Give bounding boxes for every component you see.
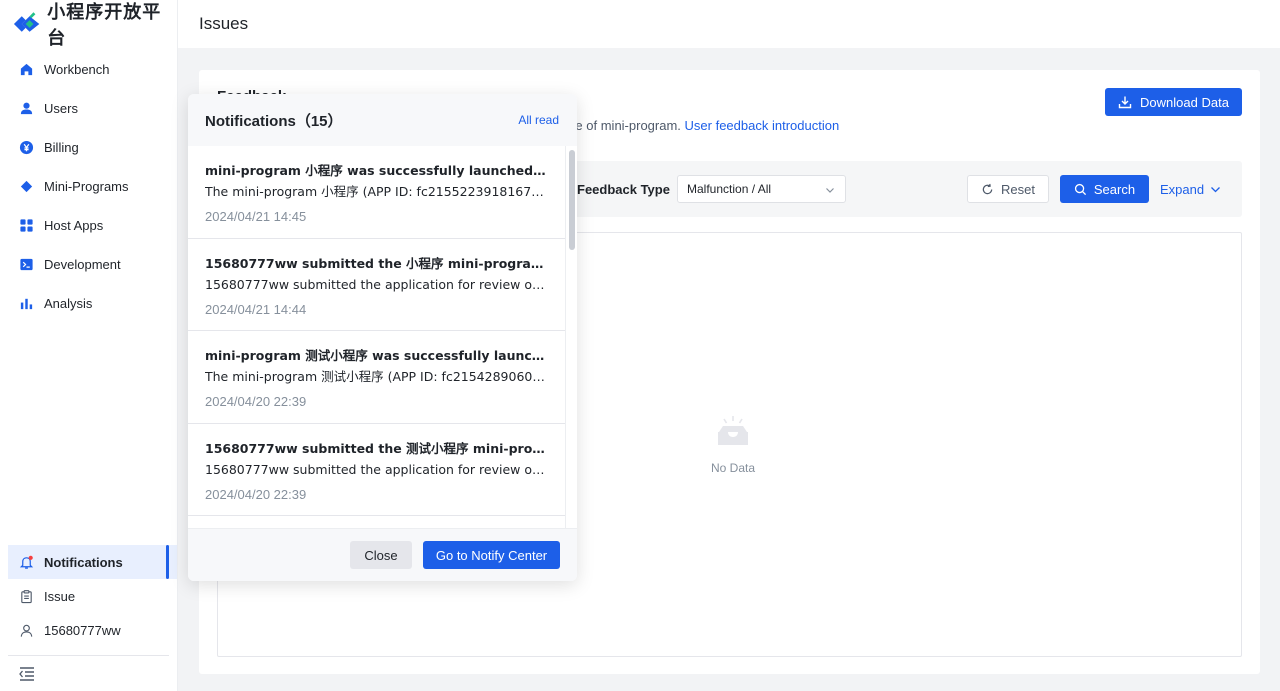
sidebar-item-workbench[interactable]: Workbench <box>0 50 177 89</box>
search-label: Search <box>1093 181 1136 197</box>
user-icon <box>19 101 34 116</box>
notification-title: 15680777ww submitted the 小程序 mini-progra… <box>205 255 547 271</box>
reset-label: Reset <box>1001 181 1035 197</box>
brand-name: 小程序开放平台 <box>47 2 162 49</box>
notification-time: 2024/04/21 14:44 <box>205 301 307 317</box>
clipboard-icon <box>19 589 34 604</box>
notifications-title: Notifications（15） <box>205 112 343 130</box>
all-read-link[interactable]: All read <box>518 113 559 127</box>
notification-item[interactable]: mini-program 小程序 was successfully launch… <box>188 146 565 239</box>
feedback-intro-link[interactable]: User feedback introduction <box>685 118 840 133</box>
sidebar-item-development[interactable]: Development <box>0 245 177 284</box>
notification-title: 15680777ww submitted the 测试小程序 mini-prog… <box>205 440 547 456</box>
home-icon <box>19 62 34 77</box>
grid-icon <box>19 218 34 233</box>
sidebar-item-account[interactable]: 15680777ww <box>8 613 177 647</box>
diamond-icon <box>19 179 34 194</box>
feedback-type-label: Feedback Type <box>577 182 670 197</box>
notification-time: 2024/04/21 14:45 <box>205 209 307 224</box>
notification-time: 2024/04/20 22:39 <box>205 486 307 502</box>
go-to-notify-center-button[interactable]: Go to Notify Center <box>423 541 560 569</box>
search-button[interactable]: Search <box>1060 175 1149 203</box>
bar-chart-icon <box>19 296 34 311</box>
top-header: Issues <box>178 0 1280 48</box>
empty-text: No Data <box>710 461 756 475</box>
notifications-header: Notifications（15） All read <box>188 94 577 146</box>
sidebar-item-label: Users <box>44 101 78 116</box>
notifications-list[interactable]: mini-program 小程序 was successfully launch… <box>188 146 565 528</box>
sidebar-item-label: Development <box>44 257 121 272</box>
notification-body: The mini-program 小程序 (APP ID: fc21552239… <box>205 184 547 199</box>
feedback-type-value: Malfunction / All <box>687 182 772 196</box>
feedback-type-select[interactable]: Malfunction / All <box>677 175 846 203</box>
sidebar-item-label: Host Apps <box>44 218 104 233</box>
sidebar-divider <box>8 655 169 656</box>
expand-toggle[interactable]: Expand <box>1160 182 1221 197</box>
notification-body: 15680777ww submitted the application for… <box>205 461 547 477</box>
empty-state: No Data <box>703 414 763 475</box>
terminal-icon <box>19 257 34 272</box>
sidebar-nav: Workbench Users Billing Mini-Programs Ho… <box>0 50 177 323</box>
notification-item[interactable]: 15680777ww submitted the 测试小程序 mini-prog… <box>188 424 565 516</box>
page-title: Issues <box>199 14 249 33</box>
notifications-scrollbar[interactable] <box>565 146 577 528</box>
person-icon <box>19 623 34 638</box>
notifications-footer: Close Go to Notify Center <box>188 528 577 581</box>
empty-box-icon <box>718 416 748 445</box>
notification-title: mini-program 测试小程序 was successfully laun… <box>205 348 547 363</box>
notification-body: 15680777ww submitted the application for… <box>205 276 547 292</box>
notification-title: mini-program 小程序 was successfully launch… <box>205 163 547 178</box>
sidebar-item-mini-programs[interactable]: Mini-Programs <box>0 167 177 206</box>
sidebar-item-label: 15680777ww <box>44 622 121 638</box>
chevron-down-icon <box>826 188 834 193</box>
download-data-label: Download Data <box>1140 94 1229 110</box>
bell-icon <box>19 555 34 570</box>
sidebar-item-label: Billing <box>44 140 79 155</box>
search-icon <box>1074 183 1086 195</box>
collapse-menu-icon[interactable] <box>18 666 36 682</box>
notifications-popover: Notifications（15） All read mini-program … <box>188 94 577 581</box>
scrollbar-thumb[interactable] <box>569 150 575 250</box>
sidebar-item-label: Notifications <box>44 554 123 570</box>
sidebar-bottom: Notifications Issue 15680777ww <box>8 545 177 647</box>
brand[interactable]: 小程序开放平台 <box>0 0 177 49</box>
yen-coin-icon <box>19 140 34 155</box>
notification-item[interactable]: 15680777ww submitted the 小程序 mini-progra… <box>188 239 565 331</box>
close-button[interactable]: Close <box>350 541 412 569</box>
download-icon <box>1118 96 1132 109</box>
download-data-button[interactable]: Download Data <box>1105 88 1242 116</box>
sidebar-item-host-apps[interactable]: Host Apps <box>0 206 177 245</box>
notification-time: 2024/04/20 22:39 <box>205 394 307 409</box>
sidebar-item-billing[interactable]: Billing <box>0 128 177 167</box>
sidebar-item-label: Workbench <box>44 62 110 77</box>
chevron-down-icon <box>1211 187 1221 193</box>
expand-label: Expand <box>1160 182 1205 197</box>
sidebar-item-label: Analysis <box>44 296 93 311</box>
reset-button[interactable]: Reset <box>967 175 1049 203</box>
sidebar: 小程序开放平台 Workbench Users Billing Mini-Pro… <box>0 0 178 691</box>
sidebar-item-label: Mini-Programs <box>44 179 129 194</box>
sidebar-item-issue[interactable]: Issue <box>8 579 177 613</box>
sidebar-item-analysis[interactable]: Analysis <box>0 284 177 323</box>
sidebar-item-notifications[interactable]: Notifications <box>8 545 177 579</box>
notification-item[interactable]: mini-program 测试小程序 was successfully laun… <box>188 331 565 424</box>
logo-icon <box>13 12 40 32</box>
refresh-icon <box>982 183 993 194</box>
sidebar-item-label: Issue <box>44 588 76 604</box>
sidebar-item-users[interactable]: Users <box>0 89 177 128</box>
notification-body: The mini-program 测试小程序 (APP ID: fc215428… <box>205 369 547 384</box>
